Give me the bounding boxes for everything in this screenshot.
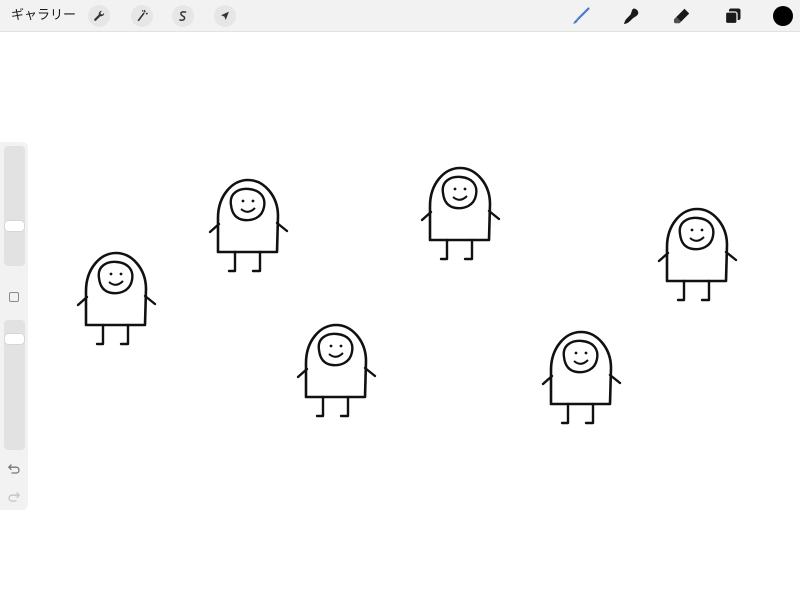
drawn-figure bbox=[657, 207, 738, 302]
color-picker-swatch[interactable] bbox=[773, 6, 793, 26]
top-toolbar: ギャラリー bbox=[0, 0, 800, 32]
drawing-canvas[interactable] bbox=[0, 32, 800, 600]
brush-tool-button[interactable] bbox=[570, 5, 592, 27]
selection-button[interactable] bbox=[172, 5, 194, 27]
actions-button[interactable] bbox=[88, 5, 110, 27]
gallery-button[interactable]: ギャラリー bbox=[11, 6, 76, 26]
wrench-icon bbox=[94, 10, 105, 21]
arrow-cursor-icon bbox=[221, 11, 229, 20]
smudge-tool-button[interactable] bbox=[620, 5, 642, 27]
drawn-figure bbox=[76, 251, 157, 346]
layers-icon bbox=[724, 8, 741, 25]
selection-s-icon bbox=[179, 11, 187, 21]
brush-icon bbox=[573, 7, 590, 24]
drawn-figure bbox=[541, 330, 622, 425]
smudge-icon bbox=[624, 8, 639, 24]
adjustments-button[interactable] bbox=[131, 5, 153, 27]
magic-wand-icon bbox=[137, 9, 148, 22]
transform-button[interactable] bbox=[214, 5, 236, 27]
drawn-figure bbox=[296, 323, 377, 418]
layers-button[interactable] bbox=[722, 5, 744, 27]
eraser-tool-button[interactable] bbox=[671, 5, 693, 27]
drawn-figure bbox=[208, 178, 289, 273]
procreate-app: ギャラリー bbox=[0, 0, 800, 600]
drawn-figure bbox=[420, 166, 501, 261]
eraser-icon bbox=[674, 8, 690, 24]
